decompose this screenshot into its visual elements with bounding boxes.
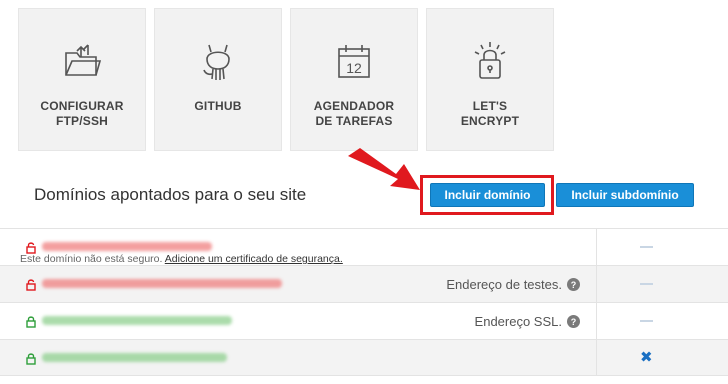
tag-text: Endereço de testes. <box>446 277 562 292</box>
add-certificate-link[interactable]: Adicione um certificado de segurança. <box>165 253 343 265</box>
tag-text: Endereço SSL. <box>474 314 562 329</box>
domain-row: Endereço SSL. ? <box>0 302 728 339</box>
domain-name-redacted <box>42 279 282 288</box>
red-arrow-icon <box>346 146 424 201</box>
test-address-tag: Endereço de testes. ? <box>446 277 580 292</box>
remove-icon[interactable]: ✖ <box>640 348 653 366</box>
domain-row: Este domínio não está seguro. Adicione u… <box>0 228 728 265</box>
tile-label: CONFIGURAR FTP/SSH <box>40 99 124 128</box>
minus-icon[interactable] <box>640 246 653 248</box>
tile-task-scheduler[interactable]: 12 AGENDADOR DE TAREFAS <box>290 8 418 151</box>
locked-padlock-icon <box>26 352 36 370</box>
help-icon[interactable]: ? <box>567 315 580 328</box>
minus-icon[interactable] <box>640 320 653 322</box>
domain-name-redacted <box>42 242 212 251</box>
calendar-icon: 12 <box>334 33 374 89</box>
tile-github[interactable]: GITHUB <box>154 8 282 151</box>
minus-icon[interactable] <box>640 283 653 285</box>
domain-row: Endereço de testes. ? <box>0 265 728 302</box>
add-subdomain-button[interactable]: Incluir subdomínio <box>556 183 694 207</box>
domain-name-redacted <box>42 316 232 325</box>
tools-grid: CONFIGURAR FTP/SSH GITHUB 12 AGENDADOR D… <box>18 8 554 151</box>
locked-padlock-icon <box>26 315 36 333</box>
tile-lets-encrypt[interactable]: LET'S ENCRYPT <box>426 8 554 151</box>
domains-table: Este domínio não está seguro. Adicione u… <box>0 228 728 376</box>
tile-label: AGENDADOR DE TAREFAS <box>313 99 395 128</box>
unlocked-padlock-icon <box>26 278 36 296</box>
calendar-day: 12 <box>346 60 362 76</box>
ssl-address-tag: Endereço SSL. ? <box>475 314 580 329</box>
add-domain-button[interactable]: Incluir domínio <box>430 183 545 207</box>
warning-text: Este domínio não está seguro. <box>20 253 163 265</box>
github-icon <box>197 33 239 89</box>
help-icon[interactable]: ? <box>567 278 580 291</box>
domain-row: ✖ <box>0 339 728 376</box>
folder-upload-icon <box>62 33 102 89</box>
tile-label: GITHUB <box>194 99 242 113</box>
padlock-light-icon <box>469 33 511 89</box>
tile-ftp-ssh[interactable]: CONFIGURAR FTP/SSH <box>18 8 146 151</box>
domains-section-title: Domínios apontados para o seu site <box>34 185 307 204</box>
tile-label: LET'S ENCRYPT <box>460 99 520 128</box>
insecure-warning: Este domínio não está seguro. Adicione u… <box>20 253 343 265</box>
domain-name-redacted <box>42 353 227 362</box>
